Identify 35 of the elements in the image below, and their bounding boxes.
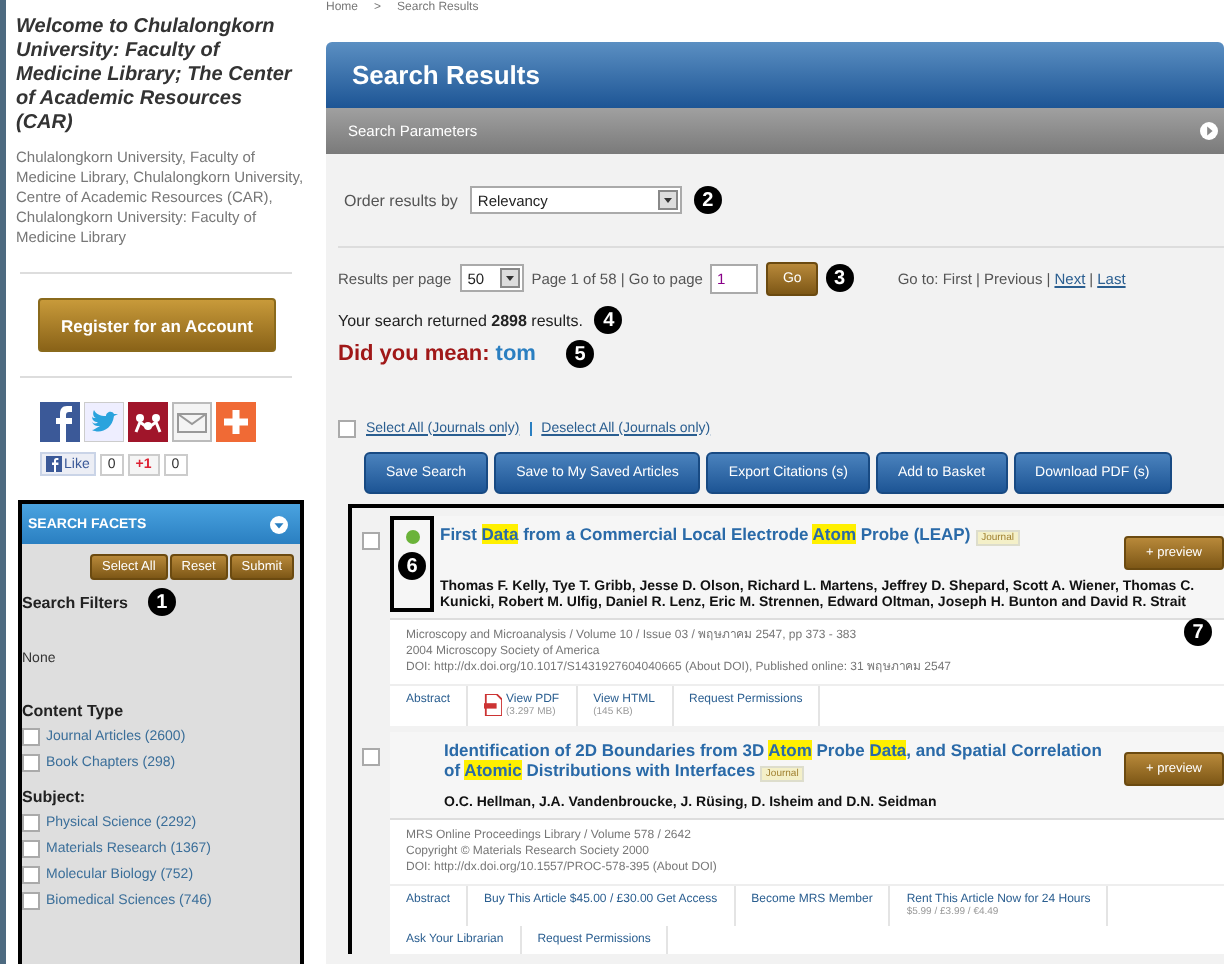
did-you-mean-label: Did you mean: [338, 342, 490, 366]
facet-checkbox[interactable] [22, 814, 40, 832]
page-title: Search Results [352, 60, 540, 90]
register-button[interactable]: Register for an Account [38, 298, 276, 352]
welcome-title: Welcome to Chulalongkorn University: Faculty of Medicine Library; The Center of Academic Resources (CAR) [16, 16, 295, 136]
caret-down-icon [657, 190, 678, 210]
facet-checkbox[interactable] [22, 754, 40, 772]
callout-number: 3 [825, 264, 854, 292]
callout-number: 4 [594, 306, 623, 334]
plus-icon[interactable] [216, 402, 256, 442]
people-icon[interactable] [128, 402, 168, 442]
callout-number: 5 [565, 340, 594, 368]
facet-checkbox[interactable] [22, 728, 40, 746]
facet-group-heading: Content Type [22, 702, 126, 720]
caret-down-icon [499, 268, 520, 288]
chevron-right-icon [1200, 122, 1218, 140]
callout-number: 1 [147, 588, 176, 616]
results-count-text: Your search returned 2898 results. [338, 311, 583, 329]
facet-checkbox[interactable] [22, 892, 40, 910]
order-label: Order results by [344, 191, 458, 209]
result-checkbox[interactable] [362, 748, 380, 766]
chevron-down-icon[interactable] [270, 515, 288, 533]
callout-number: 7 [1184, 618, 1212, 646]
facet-checkbox[interactable] [22, 840, 40, 858]
callout-number: 6 [398, 552, 426, 580]
pdf-icon [484, 694, 503, 716]
facebook-icon [46, 456, 62, 472]
callout-number: 2 [693, 186, 722, 214]
filters-heading: Search Filters [22, 593, 128, 611]
suggestion-link[interactable]: tom [495, 342, 536, 366]
facet-checkbox[interactable] [22, 866, 40, 884]
facet-group-heading: Subject: [22, 788, 88, 806]
select-all-checkbox[interactable] [338, 419, 356, 437]
facebook-icon[interactable] [40, 402, 80, 442]
result-checkbox[interactable] [362, 532, 380, 550]
